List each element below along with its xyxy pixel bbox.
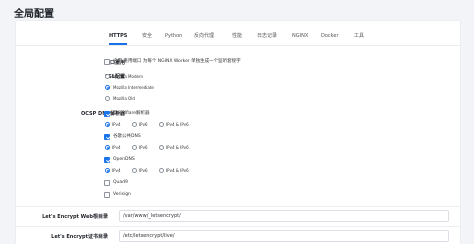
opendns-ipv6-radio[interactable] — [132, 168, 137, 173]
ssl-old-label: Mozilla Old — [113, 96, 135, 101]
settings-card: HTTPS 安全 Python 反向代理 性能 日志记录 NGINX Docke… — [15, 20, 461, 244]
cloudflare-ipv4-label: IPv4 — [112, 122, 121, 127]
verisign-checkbox[interactable] — [104, 192, 110, 198]
opendns-ipv4-radio[interactable] — [105, 168, 110, 173]
ssl-old-radio[interactable] — [105, 96, 110, 101]
page-title: 全局配置 — [14, 9, 54, 20]
tab-reverse-proxy[interactable]: 反向代理 — [194, 30, 214, 42]
port-reuse-checkbox[interactable] — [104, 59, 110, 65]
cloudflare-ipv4-ipv6-label: IPv4 & IPv6 — [166, 122, 189, 127]
ssl-modern-label: Mozilla Modern — [113, 74, 144, 79]
tab-docker[interactable]: Docker — [321, 30, 339, 42]
cloudflare-ipv6-label: IPv6 — [139, 122, 148, 127]
opendns-ipv4-ipv6-label: IPv4 & IPv6 — [166, 168, 189, 173]
ssl-intermediate-radio[interactable] — [105, 85, 110, 90]
section-divider — [16, 206, 460, 207]
section-divider — [16, 226, 460, 227]
tab-https[interactable]: HTTPS — [109, 30, 128, 45]
tab-performance[interactable]: 性能 — [232, 30, 242, 42]
tab-logging[interactable]: 日志记录 — [257, 30, 277, 42]
tab-nginx[interactable]: NGINX — [292, 30, 308, 42]
ssl-modern-radio[interactable] — [105, 74, 110, 79]
letsencrypt-cert-dir-input[interactable]: /etc/letsencrypt/live/ — [119, 230, 449, 242]
port-reuse-option-text: 启用 重用端口 为每个 NGINX Worker 单独生成一个监听套接字 — [113, 59, 241, 64]
opendns-ipv4-label: IPv4 — [112, 168, 121, 173]
cloudflare-checkbox[interactable] — [104, 111, 110, 117]
quad9-checkbox[interactable] — [104, 180, 110, 186]
letsencrypt-cert-dir-label: Let's Encrypt证书目录 — [51, 234, 108, 240]
ssl-intermediate-label: Mozilla Intermediate — [113, 85, 154, 90]
tab-bar: HTTPS 安全 Python 反向代理 性能 日志记录 NGINX Docke… — [16, 30, 460, 45]
google-ipv4-ipv6-radio[interactable] — [159, 145, 164, 150]
google-ipv4-ipv6-label: IPv4 & IPv6 — [166, 145, 189, 150]
google-ipv6-label: IPv6 — [139, 145, 148, 150]
tab-python[interactable]: Python — [165, 30, 182, 42]
opendns-ipv4-ipv6-radio[interactable] — [159, 168, 164, 173]
cloudflare-label: Cloudflare解析器 — [113, 111, 150, 116]
tab-divider — [16, 45, 460, 46]
quad9-label: Quad9 — [113, 180, 128, 185]
cloudflare-ipv4-ipv6-radio[interactable] — [159, 122, 164, 127]
google-ipv4-label: IPv4 — [112, 145, 121, 150]
opendns-label: OpenDNS — [113, 157, 135, 162]
verisign-label: Verisign — [113, 192, 131, 197]
tab-security[interactable]: 安全 — [142, 30, 152, 42]
opendns-checkbox[interactable] — [104, 157, 110, 163]
google-dns-label: 谷歌公共DNS — [113, 134, 141, 139]
google-dns-checkbox[interactable] — [104, 134, 110, 140]
letsencrypt-webroot-label: Let's Encrypt Web根目录 — [42, 214, 108, 220]
google-ipv4-radio[interactable] — [105, 145, 110, 150]
cloudflare-ipv6-radio[interactable] — [132, 122, 137, 127]
opendns-ipv6-label: IPv6 — [139, 168, 148, 173]
cloudflare-ipv4-radio[interactable] — [105, 122, 110, 127]
tab-tools[interactable]: 工具 — [354, 30, 364, 42]
letsencrypt-webroot-input[interactable]: /var/www/_letsencrypt/ — [119, 210, 449, 222]
google-ipv6-radio[interactable] — [132, 145, 137, 150]
